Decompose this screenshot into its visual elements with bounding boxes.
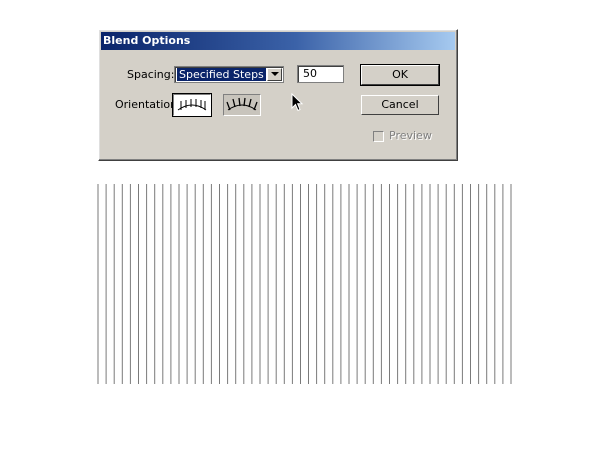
blend-steps-canvas	[97, 184, 512, 384]
